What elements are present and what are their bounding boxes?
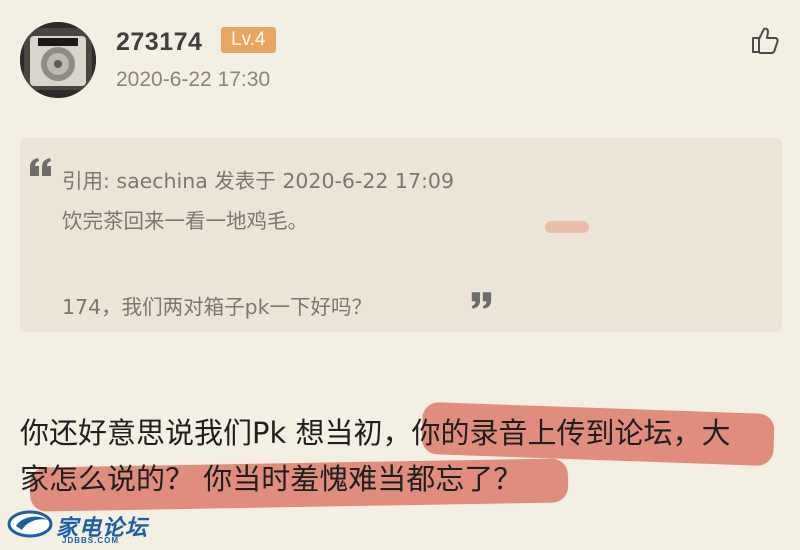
- quote-text-line: 174，我们两对箱子pk一下好吗？: [62, 295, 373, 319]
- quote-close-icon: [469, 290, 493, 311]
- highlight-smudge: [545, 221, 589, 233]
- watermark-site: JDBBS.COM: [62, 536, 120, 545]
- quote-open-icon: [28, 156, 54, 178]
- thumbs-up-icon[interactable]: [750, 25, 780, 55]
- post-timestamp: 2020-6-22 17:30: [116, 68, 271, 91]
- quote-header: 引用: saechina 发表于 2020-6-22 17:09: [62, 169, 455, 193]
- reply-text-line: 家怎么说的？ 你当时羞愧难当都忘了？: [20, 462, 523, 496]
- username[interactable]: 273174: [116, 28, 202, 57]
- reply-text-line: 你还好意思说我们Pk 想当初，你的录音上传到论坛，大: [20, 416, 731, 450]
- avatar[interactable]: [20, 22, 96, 98]
- quote-text-line: 饮完茶回来一看一地鸡毛。: [62, 209, 308, 233]
- watermark-logo-icon: [6, 508, 56, 540]
- level-badge: Lv.4: [221, 27, 276, 53]
- avatar-image: [20, 22, 96, 98]
- quote-block: 引用: saechina 发表于 2020-6-22 17:09 饮完茶回来一看…: [20, 138, 782, 332]
